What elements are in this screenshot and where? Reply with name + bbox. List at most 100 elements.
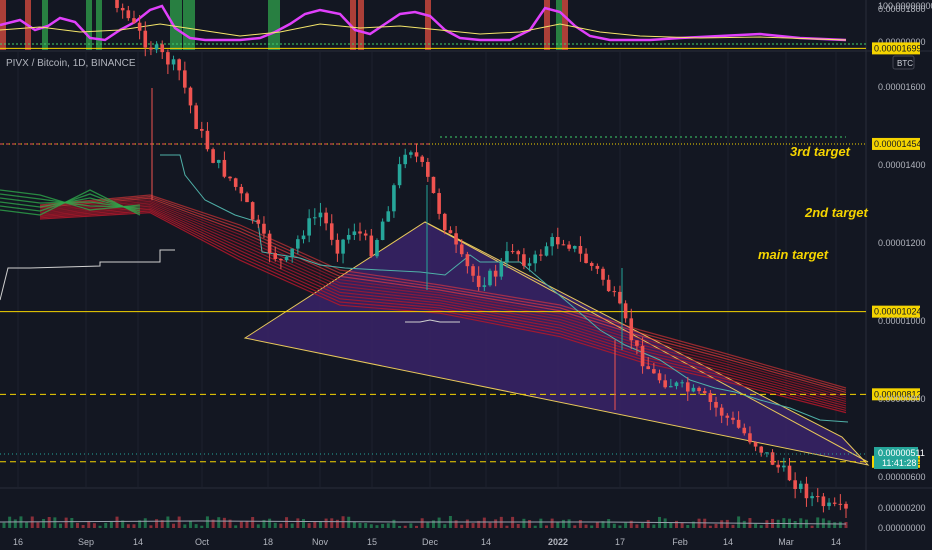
- volume-bar: [290, 523, 294, 528]
- volume-bar: [183, 524, 187, 528]
- volume-bar: [595, 522, 599, 528]
- time-axis-label: Sep: [78, 537, 94, 547]
- candle-body: [533, 254, 537, 264]
- candle-body: [448, 230, 453, 234]
- volume-bar: [347, 516, 351, 528]
- volume-bar: [544, 525, 548, 528]
- volume-bar: [143, 518, 147, 528]
- time-axis-label: Oct: [195, 537, 210, 547]
- volume-bar: [155, 519, 159, 528]
- volume-bar: [358, 522, 362, 528]
- candle-body: [640, 345, 645, 367]
- volume-bar: [844, 521, 848, 528]
- candle-body: [126, 10, 131, 19]
- candle-body: [589, 263, 594, 266]
- volume-bar: [737, 516, 741, 528]
- price-axis-label: 0.00001800: [878, 4, 926, 14]
- volume-bar: [833, 522, 837, 528]
- volume-bar: [635, 524, 639, 528]
- candle-body: [505, 251, 509, 262]
- volume-bar: [584, 524, 588, 528]
- price-chart[interactable]: 100.00000000 0.00000000 PIVX / Bitcoin, …: [0, 0, 932, 550]
- candle-body: [431, 176, 436, 194]
- candle-body: [844, 503, 848, 509]
- oscillator-signal-bar: [189, 0, 195, 50]
- volume-bar: [75, 522, 79, 528]
- candle-body: [527, 263, 532, 266]
- time-axis-label: Feb: [672, 537, 688, 547]
- candle-body: [697, 387, 701, 392]
- oscillator-signal-bar: [96, 0, 102, 50]
- candle-body: [612, 291, 617, 293]
- candle-body: [454, 233, 458, 245]
- time-axis-label: Nov: [312, 537, 329, 547]
- volume-bar: [533, 525, 537, 528]
- volume-bar: [759, 525, 763, 528]
- volume-bar: [471, 523, 475, 528]
- candle-body: [601, 268, 605, 280]
- candle-body: [188, 87, 193, 106]
- time-axis-label: Mar: [778, 537, 794, 547]
- time-axis-label: 17: [615, 537, 625, 547]
- volume-bar: [516, 524, 520, 528]
- volume-bar: [838, 521, 842, 528]
- volume-bar: [268, 518, 272, 528]
- volume-bar: [420, 518, 424, 528]
- candle-body: [250, 202, 255, 220]
- volume-bar: [98, 525, 102, 528]
- volume-bar: [482, 517, 486, 528]
- candle-body: [341, 239, 345, 254]
- volume-bar: [465, 519, 469, 528]
- candle-body: [719, 407, 724, 416]
- candle-body: [352, 231, 357, 235]
- candle-body: [211, 149, 215, 163]
- volume-bar: [47, 517, 51, 528]
- candle-body: [290, 248, 295, 257]
- annotation-3rd-target: 3rd target: [790, 144, 851, 159]
- volume-bar: [307, 523, 311, 528]
- volume-bar: [330, 518, 334, 528]
- candle-body: [307, 218, 311, 236]
- candle-body: [623, 303, 628, 319]
- volume-bar: [53, 517, 57, 528]
- volume-bar: [166, 516, 170, 528]
- time-axis[interactable]: 16 Sep 14 Oct 18 Nov 15 Dec 14 2022 17 Feb 14 Mar 14: [13, 537, 841, 547]
- level-tag-value: 0.00001699: [874, 43, 922, 53]
- volume-bar: [200, 525, 204, 528]
- volume-bar: [697, 518, 701, 528]
- candle-body: [821, 496, 826, 507]
- volume-bar: [104, 522, 108, 528]
- candle-body: [228, 176, 232, 179]
- level-tag-value: 0.00001454: [874, 139, 922, 149]
- candle-body: [465, 254, 470, 267]
- candle-body: [115, 0, 119, 8]
- volume-bar: [364, 523, 368, 528]
- annotation-2nd-target: 2nd target: [804, 205, 869, 220]
- time-axis-label: 14: [723, 537, 733, 547]
- oscillator-signal-bar: [425, 0, 431, 50]
- candle-body: [403, 154, 408, 165]
- candle-body: [222, 159, 227, 177]
- volume-bar: [64, 517, 68, 528]
- volume-bar: [415, 525, 419, 528]
- volume-bar: [172, 523, 176, 528]
- volume-bar: [188, 520, 192, 528]
- candle-body: [725, 415, 730, 418]
- candle-body: [375, 240, 379, 257]
- volume-bar: [177, 516, 181, 528]
- candle-body: [279, 258, 283, 261]
- volume-axis-label-top: 0.00000200: [878, 503, 926, 513]
- candle-body: [318, 212, 323, 218]
- volume-bar: [793, 521, 797, 528]
- volume-bar: [714, 523, 718, 528]
- volume-bar: [285, 517, 289, 528]
- volume-bar: [680, 522, 684, 528]
- volume-bar: [550, 518, 554, 528]
- volume-bar: [296, 518, 300, 528]
- price-axis-label: 0.00001600: [878, 82, 926, 92]
- volume-bar: [539, 518, 543, 528]
- volume-bar: [708, 525, 712, 528]
- oscillator-signal-bar: [176, 0, 182, 50]
- volume-bar: [234, 525, 238, 528]
- volume-bar: [109, 521, 113, 528]
